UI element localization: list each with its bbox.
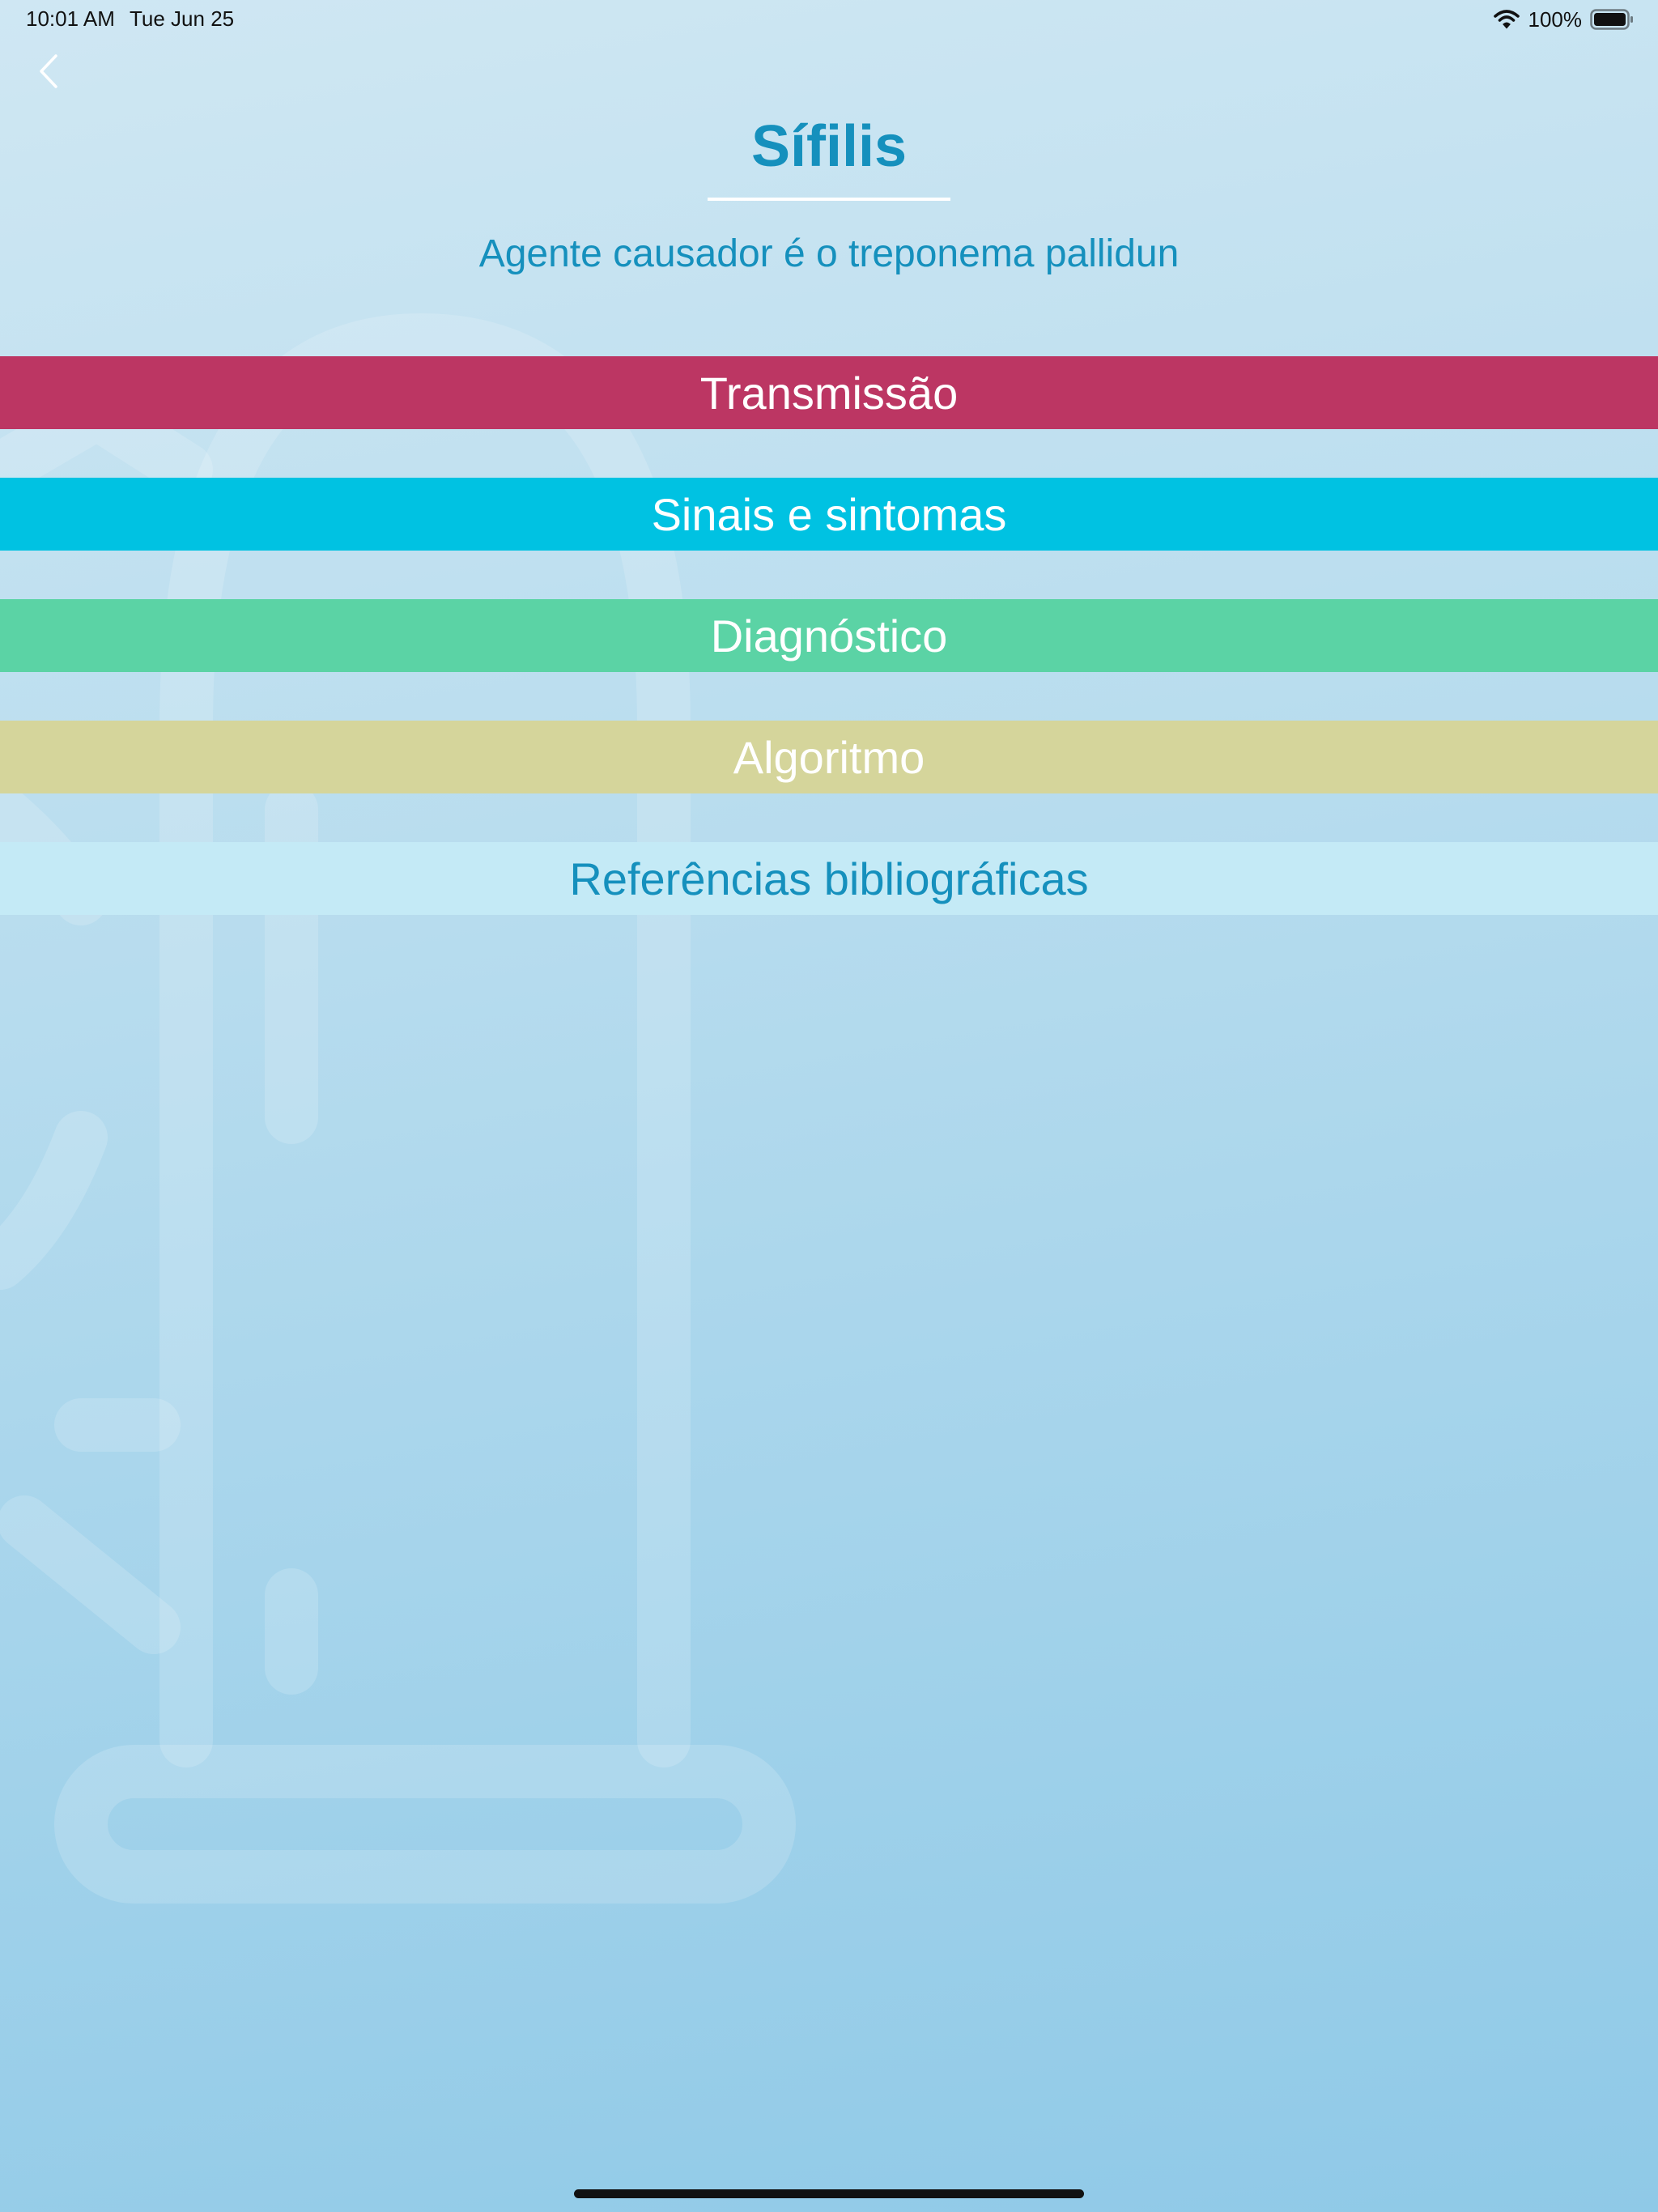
menu-item-diagnostico[interactable]: Diagnóstico	[0, 599, 1658, 672]
status-indicators: 100%	[1493, 5, 1635, 34]
menu-item-label: Transmissão	[699, 367, 959, 419]
menu-item-algoritmo[interactable]: Algoritmo	[0, 721, 1658, 793]
menu-item-label: Algoritmo	[733, 731, 925, 783]
menu-item-label: Sinais e sintomas	[651, 488, 1007, 540]
home-indicator	[574, 2189, 1084, 2198]
battery-icon	[1590, 9, 1633, 30]
chevron-left-icon	[40, 54, 57, 88]
menu-item-label: Referências bibliográficas	[569, 853, 1089, 904]
title-underline	[708, 198, 950, 201]
menu-item-transmissao[interactable]: Transmissão	[0, 356, 1658, 429]
background-illustration	[0, 313, 796, 1904]
menu-item-label: Diagnóstico	[710, 610, 948, 661]
status-bar: 10:01 AM Tue Jun 25 100%	[0, 0, 1658, 39]
menu-item-sinais-e-sintomas[interactable]: Sinais e sintomas	[0, 478, 1658, 551]
status-time: 10:01 AM	[26, 6, 115, 31]
wifi-icon	[1493, 10, 1520, 29]
page-subtitle: Agente causador é o treponema pallidun	[478, 232, 1180, 275]
status-date: Tue Jun 25	[130, 6, 235, 31]
back-button[interactable]	[29, 47, 68, 96]
menu-item-referencias[interactable]: Referências bibliográficas	[0, 842, 1658, 915]
page-title: Sífilis	[750, 114, 908, 179]
battery-percentage: 100%	[1528, 6, 1583, 32]
